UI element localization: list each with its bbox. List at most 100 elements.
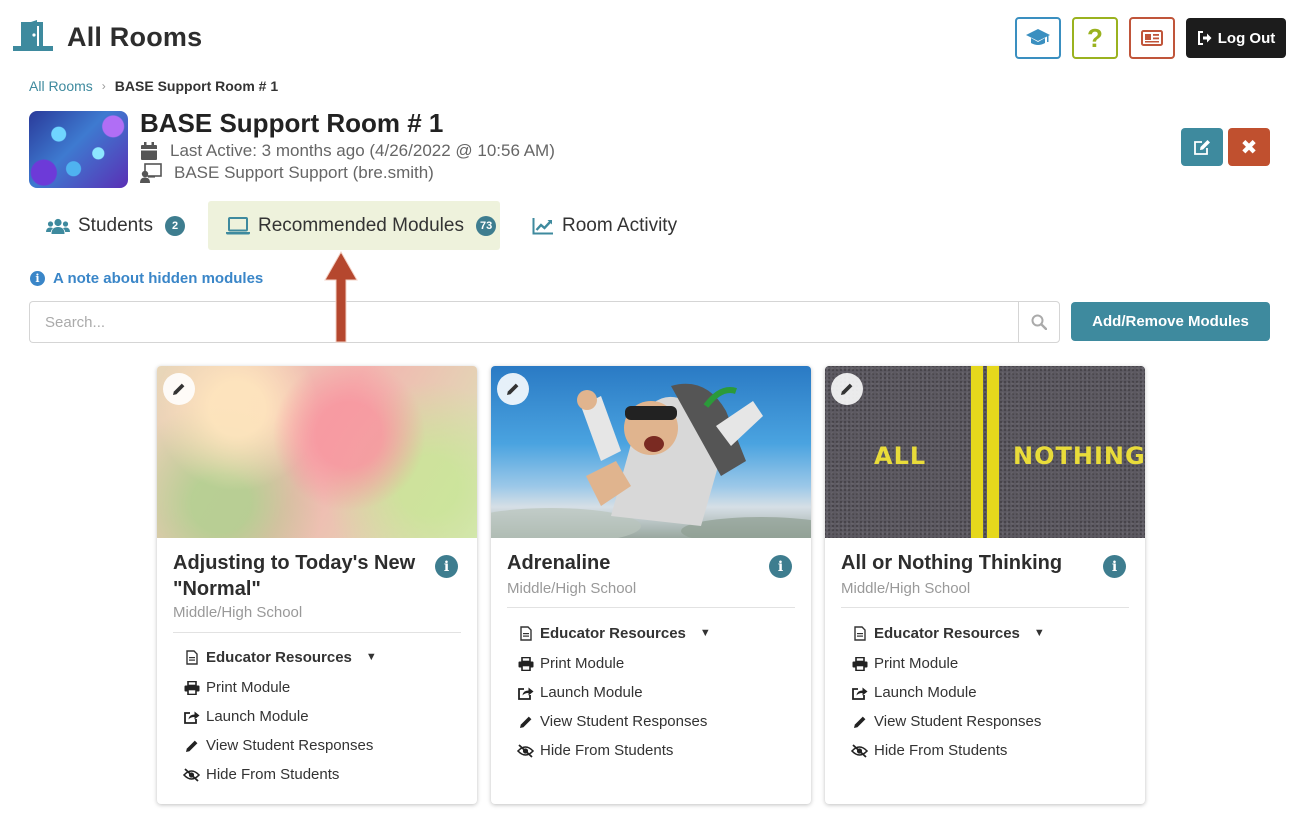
door-icon xyxy=(13,20,53,51)
view-student-responses-link[interactable]: View Student Responses xyxy=(183,731,377,760)
info-icon: i xyxy=(443,558,450,575)
module-card: Adjusting to Today's New "Normal" i Midd… xyxy=(157,366,477,804)
edit-module-button[interactable] xyxy=(163,373,195,405)
print-module-link[interactable]: Print Module xyxy=(851,649,1045,678)
app-title: All Rooms xyxy=(67,22,203,52)
launch-module-link[interactable]: Launch Module xyxy=(183,702,377,731)
pencil-icon xyxy=(851,715,868,729)
print-module-link[interactable]: Print Module xyxy=(183,673,377,702)
view-student-responses-link[interactable]: View Student Responses xyxy=(517,707,711,736)
print-module-label: Print Module xyxy=(874,655,959,672)
share-icon xyxy=(183,710,200,724)
print-icon xyxy=(517,656,534,671)
search-button[interactable] xyxy=(1018,301,1060,343)
tab-students-label: Students xyxy=(78,214,153,236)
room-last-active: Last Active: 3 months ago (4/26/2022 @ 1… xyxy=(140,141,555,161)
educator-resources-dropdown[interactable]: Educator Resources ▼ xyxy=(183,641,377,673)
launch-module-label: Launch Module xyxy=(206,708,309,725)
help-button[interactable]: ? xyxy=(1072,17,1118,59)
breadcrumb-all-rooms-link[interactable]: All Rooms xyxy=(29,78,93,94)
hidden-modules-note-link[interactable]: i A note about hidden modules xyxy=(30,270,263,287)
hide-from-students-link[interactable]: Hide From Students xyxy=(183,760,377,789)
breadcrumb-separator: › xyxy=(101,79,106,93)
tab-students[interactable]: Students 2 xyxy=(29,201,202,250)
search-icon xyxy=(1031,314,1047,330)
module-grade: Middle/High School xyxy=(841,580,971,597)
module-info-button[interactable]: i xyxy=(1103,555,1126,578)
road-stripe xyxy=(987,366,999,538)
modules-count-badge: 73 xyxy=(475,215,497,236)
hide-from-students-label: Hide From Students xyxy=(206,766,340,783)
launch-module-label: Launch Module xyxy=(874,684,977,701)
educator-resources-label: Educator Resources xyxy=(540,624,686,642)
module-actions: Educator Resources ▼ Print Module Launch… xyxy=(517,617,711,765)
module-title: Adjusting to Today's New "Normal" xyxy=(173,552,416,600)
tab-room-activity[interactable]: Room Activity xyxy=(516,201,693,250)
module-info-button[interactable]: i xyxy=(435,555,458,578)
pencil-icon xyxy=(841,383,853,395)
educator-resources-label: Educator Resources xyxy=(874,624,1020,642)
view-student-responses-label: View Student Responses xyxy=(206,737,374,754)
log-out-button[interactable]: Log Out xyxy=(1186,18,1286,58)
breadcrumb: All Rooms › BASE Support Room # 1 xyxy=(29,78,278,94)
share-icon xyxy=(517,686,534,700)
hide-from-students-link[interactable]: Hide From Students xyxy=(851,736,1045,765)
info-circle-icon: i xyxy=(30,271,45,286)
print-module-link[interactable]: Print Module xyxy=(517,649,711,678)
module-title: All or Nothing Thinking xyxy=(841,552,1063,574)
last-active-text: Last Active: 3 months ago (4/26/2022 @ 1… xyxy=(170,141,555,160)
share-icon xyxy=(851,686,868,700)
module-image: ALL NOTHING xyxy=(825,366,1145,538)
module-image xyxy=(157,366,477,538)
graduation-cap-icon xyxy=(1026,29,1050,45)
info-icon: i xyxy=(1111,558,1118,575)
card-divider xyxy=(841,607,1129,608)
tab-recommended-label: Recommended Modules xyxy=(258,214,464,236)
module-title: Adrenaline xyxy=(507,552,611,574)
module-info-button[interactable]: i xyxy=(769,555,792,578)
module-actions: Educator Resources ▼ Print Module Launch… xyxy=(851,617,1045,765)
breadcrumb-current: BASE Support Room # 1 xyxy=(114,78,279,94)
view-student-responses-label: View Student Responses xyxy=(874,713,1042,730)
road-text-all: ALL xyxy=(874,442,927,470)
edit-room-button[interactable] xyxy=(1181,128,1223,166)
training-button[interactable] xyxy=(1015,17,1061,59)
view-student-responses-label: View Student Responses xyxy=(540,713,708,730)
print-icon xyxy=(851,656,868,671)
launch-module-link[interactable]: Launch Module xyxy=(851,678,1045,707)
educator-resources-dropdown[interactable]: Educator Resources ▼ xyxy=(517,617,711,649)
users-icon xyxy=(46,218,70,234)
view-student-responses-link[interactable]: View Student Responses xyxy=(851,707,1045,736)
edit-module-button[interactable] xyxy=(831,373,863,405)
tab-recommended-modules[interactable]: Recommended Modules 73 xyxy=(208,201,500,250)
laptop-icon xyxy=(226,216,250,234)
profile-card-button[interactable] xyxy=(1129,17,1175,59)
sign-out-icon xyxy=(1197,31,1212,45)
chart-line-icon xyxy=(532,217,553,234)
tab-activity-label: Room Activity xyxy=(562,214,678,236)
caret-down-icon: ▼ xyxy=(1033,627,1045,639)
module-grade: Middle/High School xyxy=(507,580,637,597)
file-icon xyxy=(517,625,534,641)
add-remove-modules-button[interactable]: Add/Remove Modules xyxy=(1071,302,1270,341)
card-divider xyxy=(173,632,461,633)
card-divider xyxy=(507,607,795,608)
caret-down-icon: ▼ xyxy=(365,651,377,663)
file-icon xyxy=(851,625,868,641)
educator-resources-dropdown[interactable]: Educator Resources ▼ xyxy=(851,617,1045,649)
hide-from-students-link[interactable]: Hide From Students xyxy=(517,736,711,765)
hide-from-students-label: Hide From Students xyxy=(874,742,1008,759)
module-image xyxy=(491,366,811,538)
pencil-icon xyxy=(517,715,534,729)
search-input[interactable] xyxy=(29,301,1019,343)
launch-module-label: Launch Module xyxy=(540,684,643,701)
delete-room-button[interactable]: ✖ xyxy=(1228,128,1270,166)
eye-slash-icon xyxy=(851,743,868,758)
edit-module-button[interactable] xyxy=(497,373,529,405)
caret-down-icon: ▼ xyxy=(699,627,711,639)
calendar-icon xyxy=(141,141,157,160)
room-title: BASE Support Room # 1 xyxy=(140,108,444,138)
pencil-icon xyxy=(507,383,519,395)
hide-from-students-label: Hide From Students xyxy=(540,742,674,759)
launch-module-link[interactable]: Launch Module xyxy=(517,678,711,707)
